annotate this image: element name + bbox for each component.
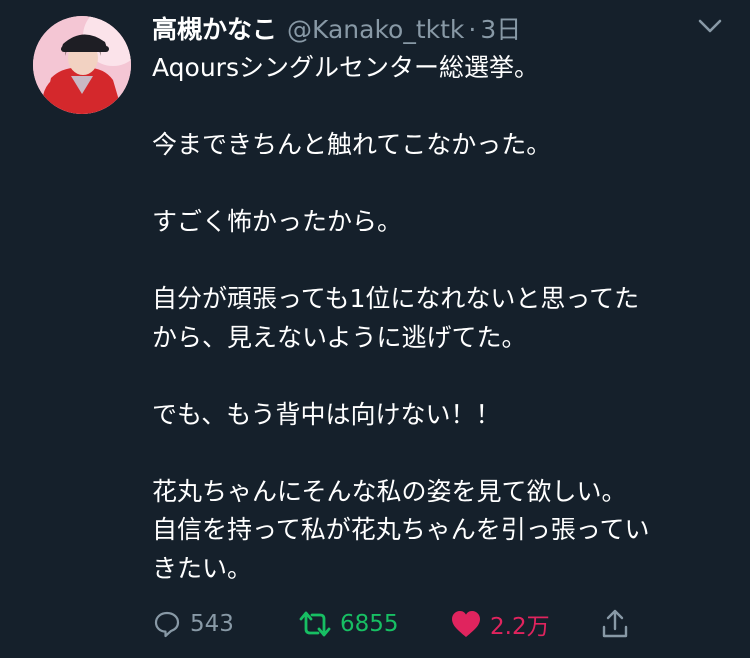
tweet-line bbox=[152, 88, 732, 127]
tweet-line: 今まできちんと触れてこなかった。 bbox=[152, 130, 552, 159]
tweet-line bbox=[152, 242, 732, 281]
tweet-header: 高槻かなこ @Kanako_tktk · 3日 bbox=[152, 10, 521, 46]
user-handle[interactable]: @Kanako_tktk bbox=[287, 15, 464, 44]
action-bar: 543 6855 2.2万 bbox=[152, 604, 672, 644]
retweet-icon bbox=[299, 611, 331, 637]
retweet-button[interactable]: 6855 bbox=[298, 604, 399, 644]
reply-button[interactable]: 543 bbox=[152, 604, 234, 644]
chevron-down-icon[interactable] bbox=[696, 16, 724, 36]
share-icon bbox=[602, 609, 628, 638]
tweet-line: 花丸ちゃんにそんな私の姿を見て欲しい。 bbox=[152, 476, 627, 506]
like-button[interactable]: 2.2万 bbox=[450, 604, 550, 644]
tweet-line: でも、もう背中は向けない！！ bbox=[152, 399, 501, 429]
avatar-image bbox=[33, 16, 131, 114]
tweet-line: きたい。 bbox=[152, 553, 253, 583]
reply-count: 543 bbox=[190, 611, 234, 637]
avatar[interactable] bbox=[33, 16, 131, 114]
tweet-line: Aqoursシングルセンター総選挙。 bbox=[152, 53, 539, 82]
timestamp[interactable]: 3日 bbox=[480, 10, 521, 46]
tweet-line bbox=[152, 434, 732, 473]
like-count: 2.2万 bbox=[490, 614, 550, 640]
display-name[interactable]: 高槻かなこ bbox=[152, 10, 277, 46]
tweet-line: 自分が頑張っても1位になれないと思ってた bbox=[152, 284, 640, 313]
tweet-line: すごく怖かったから。 bbox=[152, 207, 403, 236]
separator-dot: · bbox=[468, 15, 477, 44]
share-button[interactable] bbox=[600, 604, 630, 644]
tweet-text: Aqoursシングルセンター総選挙。 今まできちんと触れてこなかった。 すごく怖… bbox=[152, 49, 732, 588]
tweet-line: 自信を持って私が花丸ちゃんを引っ張ってい bbox=[152, 515, 650, 544]
heart-icon bbox=[452, 611, 480, 637]
tweet-line bbox=[152, 357, 732, 396]
tweet[interactable]: 高槻かなこ @Kanako_tktk · 3日 Aqoursシングルセンター総選… bbox=[0, 0, 750, 658]
tweet-line bbox=[152, 165, 732, 204]
tweet-line: から、見えないように逃げてた。 bbox=[152, 322, 527, 352]
reply-icon bbox=[154, 611, 180, 638]
retweet-count: 6855 bbox=[340, 611, 399, 637]
